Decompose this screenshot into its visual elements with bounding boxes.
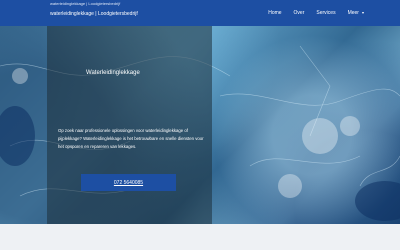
site-header: waterleidinglekkage | Loodgietersbedrijf… [0,0,400,26]
nav-over[interactable]: Over [294,10,305,16]
hero-title: Waterleidinglekkage [86,70,140,76]
chevron-down-icon: ▾ [361,10,364,15]
main-nav: Home Over Services Meer ▾ [268,10,364,16]
nav-meer[interactable]: Meer ▾ [348,10,364,16]
hero-overlay-panel [47,26,212,224]
nav-meer-label: Meer [347,10,359,16]
section-below-hero [0,224,400,250]
brand-tagline[interactable]: waterleidinglekkage | Loodgietersbedrijf [50,1,120,6]
call-phone-button[interactable]: 072 5640085 [81,174,176,191]
page: waterleidinglekkage | Loodgietersbedrijf… [0,0,400,250]
brand-logo-text[interactable]: waterleidinglekkage | Loodgietersbedrijf [50,11,138,17]
hero-description: Op zoek naar professionele oplossingen v… [58,128,204,149]
nav-services[interactable]: Services [316,10,335,16]
nav-home[interactable]: Home [268,10,281,16]
